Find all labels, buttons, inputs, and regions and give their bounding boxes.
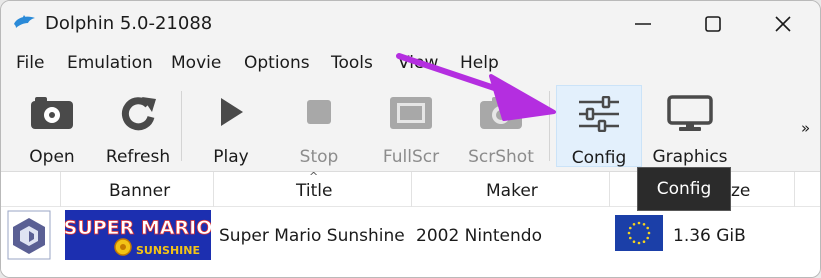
stop-button[interactable]: Stop [283, 85, 355, 167]
banner-art: SUPER MARIO SUNSHINE [65, 210, 211, 260]
close-icon[interactable] [765, 9, 801, 39]
toolbar-separator [181, 91, 182, 161]
toolbar-separator [549, 91, 550, 161]
game-banner: SUPER MARIO SUNSHINE [65, 210, 211, 260]
fullscreen-label: FullScr [382, 147, 440, 167]
config-label: Config [571, 148, 627, 168]
column-header-maker[interactable]: Maker [486, 181, 538, 201]
open-button[interactable]: Open [15, 85, 89, 167]
maximize-icon[interactable] [695, 9, 731, 39]
menu-view[interactable]: View [398, 53, 438, 73]
game-list-empty-area [1, 263, 820, 277]
menu-movie[interactable]: Movie [171, 53, 221, 73]
toolbar: Open Refresh Play Stop FullScr ScrShot C… [1, 81, 820, 171]
open-disc-icon [31, 97, 73, 129]
screenshot-button[interactable]: ScrShot [461, 85, 541, 167]
graphics-button[interactable]: Graphics [649, 85, 731, 167]
graphics-label: Graphics [652, 147, 728, 167]
column-divider[interactable] [213, 172, 214, 208]
banner-title-text: SUPER MARIO [65, 217, 211, 239]
camera-icon [480, 97, 522, 129]
stop-label: Stop [299, 147, 339, 167]
banner-subtitle-text: SUNSHINE [136, 244, 200, 257]
menu-emulation[interactable]: Emulation [67, 53, 153, 73]
game-row[interactable]: SUPER MARIO SUNSHINE Super Mario Sunshin… [1, 207, 820, 263]
open-label: Open [29, 147, 75, 167]
column-divider[interactable] [609, 172, 610, 208]
title-bar[interactable]: Dolphin 5.0-21088 [1, 1, 820, 47]
window-title: Dolphin 5.0-21088 [45, 13, 213, 34]
fullscreen-icon [390, 97, 432, 129]
column-divider[interactable] [794, 172, 795, 208]
play-label: Play [213, 147, 249, 167]
menu-bar: File Emulation Movie Options Tools View … [1, 47, 820, 81]
refresh-icon [121, 97, 156, 131]
game-maker: 2002 Nintendo [416, 226, 542, 246]
play-icon [221, 98, 243, 126]
game-size: 1.36 GiB [673, 226, 746, 246]
dolphin-window: Dolphin 5.0-21088 File Emulation Movie O… [0, 0, 821, 278]
minimize-icon[interactable] [625, 9, 661, 39]
play-button[interactable]: Play [195, 85, 267, 167]
toolbar-overflow-button[interactable]: » [801, 119, 810, 137]
menu-file[interactable]: File [16, 53, 44, 73]
column-divider[interactable] [411, 172, 412, 208]
dolphin-logo-icon [14, 15, 35, 28]
column-header-title[interactable]: Title [296, 181, 332, 201]
stop-icon [307, 100, 331, 124]
column-header-banner[interactable]: Banner [109, 181, 170, 201]
monitor-icon [667, 95, 713, 131]
refresh-button[interactable]: Refresh [101, 85, 175, 167]
config-tooltip: Config [637, 167, 731, 211]
screenshot-label: ScrShot [468, 147, 534, 167]
game-title: Super Mario Sunshine [219, 226, 405, 246]
gamecube-icon [7, 210, 51, 260]
eu-flag-icon [615, 215, 663, 251]
sliders-icon [579, 96, 619, 132]
column-header-size[interactable]: ze [731, 181, 750, 201]
menu-tools[interactable]: Tools [331, 53, 373, 73]
fullscreen-button[interactable]: FullScr [373, 85, 449, 167]
refresh-label: Refresh [105, 147, 171, 167]
menu-help[interactable]: Help [460, 53, 499, 73]
column-divider[interactable] [60, 172, 61, 208]
menu-options[interactable]: Options [244, 53, 310, 73]
config-button[interactable]: Config [556, 85, 642, 168]
